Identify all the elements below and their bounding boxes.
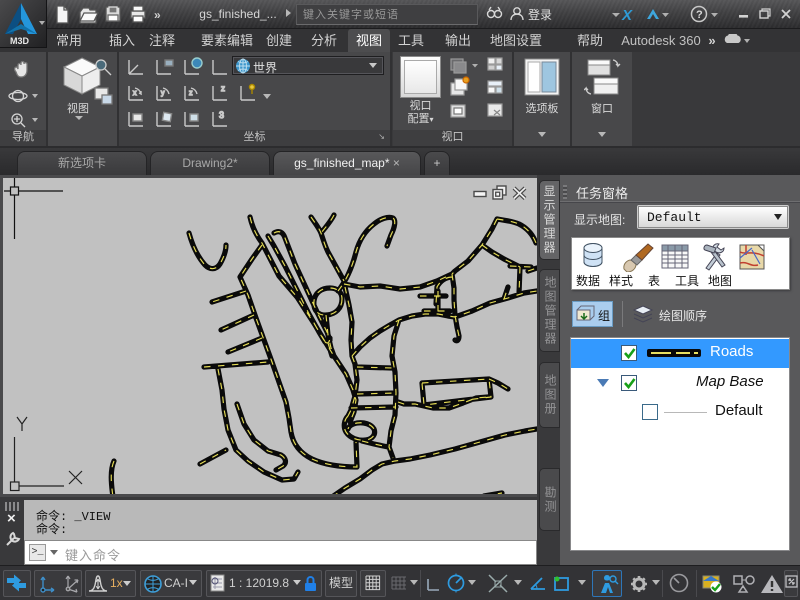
svg-text:M3D: M3D bbox=[10, 36, 30, 46]
svg-text:3: 3 bbox=[219, 110, 224, 120]
svg-text:z: z bbox=[221, 84, 225, 93]
svg-text:x: x bbox=[133, 90, 137, 97]
svg-text:y: y bbox=[161, 90, 165, 97]
svg-text:»: » bbox=[154, 8, 161, 22]
svg-text:X: X bbox=[621, 7, 633, 24]
svg-text:登录: 登录 bbox=[528, 7, 552, 22]
svg-text:?: ? bbox=[696, 9, 703, 21]
svg-text:z: z bbox=[189, 90, 193, 97]
